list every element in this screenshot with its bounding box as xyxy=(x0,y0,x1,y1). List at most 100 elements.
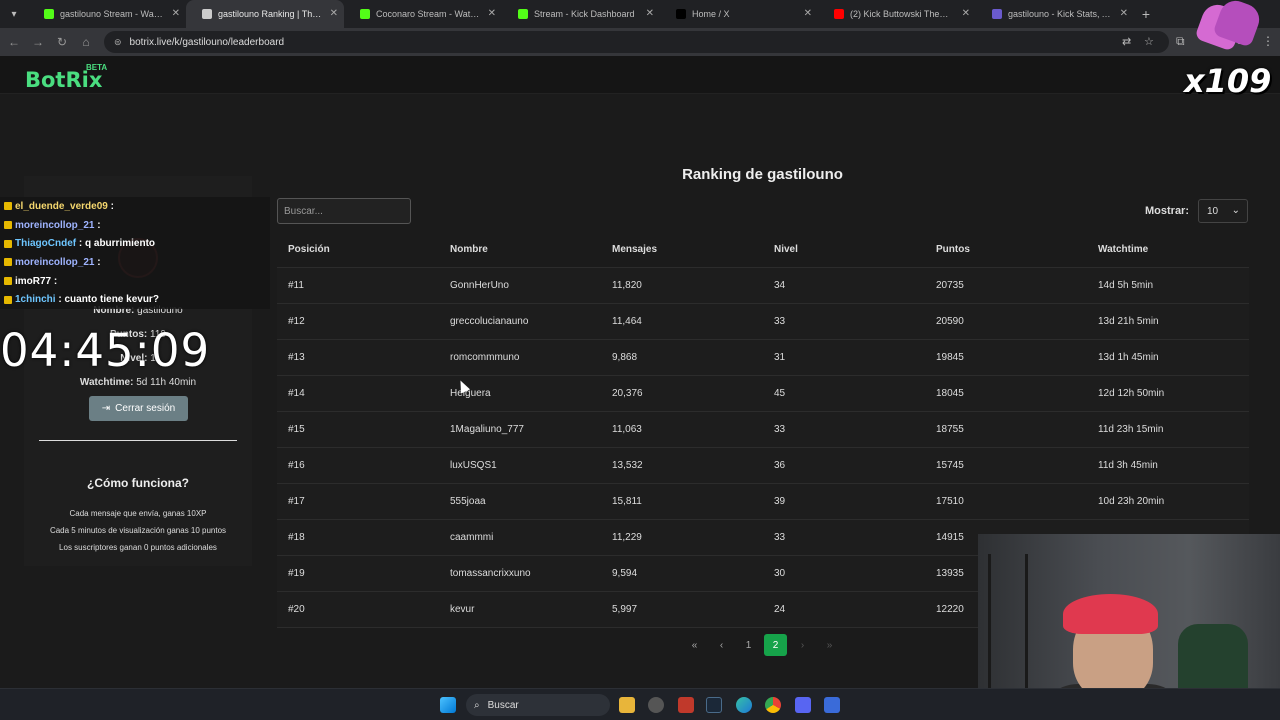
col-points[interactable]: Puntos xyxy=(925,244,1087,255)
chat-message: moreincollop_21 : xyxy=(0,215,270,235)
cell-position: #16 xyxy=(288,460,305,471)
cell-position: #18 xyxy=(288,532,305,543)
chat-separator: : xyxy=(107,200,117,212)
cell-position: #17 xyxy=(288,496,305,507)
last-page-button[interactable]: » xyxy=(818,634,841,656)
cell-name: 1Magaliuno_777 xyxy=(450,424,524,435)
chat-message: el_duende_verde09 : xyxy=(0,197,270,216)
chat-message: imoR77 : xyxy=(0,271,270,291)
close-tab-icon[interactable]: ✕ xyxy=(172,8,180,19)
youtube-icon xyxy=(834,9,844,19)
cell-watchtime: 12d 12h 50min xyxy=(1098,388,1165,399)
browser-tab[interactable]: Home / X ✕ xyxy=(660,0,818,28)
chat-username: moreincollop_21 xyxy=(15,256,95,268)
forward-icon[interactable]: → xyxy=(26,35,50,49)
col-messages[interactable]: Mensajes xyxy=(601,244,763,255)
edge-icon[interactable] xyxy=(736,697,752,713)
cell-name: greccolucianauno xyxy=(450,316,529,327)
chat-badge-icon xyxy=(4,221,12,230)
stats-icon xyxy=(992,9,1002,19)
tab-search-icon[interactable]: ▾ xyxy=(0,0,28,28)
close-tab-icon[interactable]: ✕ xyxy=(804,8,812,19)
chat-separator: : xyxy=(94,256,104,268)
how-it-works-list: Cada mensaje que envía, ganas 10XP Cada … xyxy=(24,505,252,556)
back-icon[interactable]: ← xyxy=(2,35,26,49)
prev-page-button[interactable]: ‹ xyxy=(710,634,733,656)
close-tab-icon[interactable]: ✕ xyxy=(962,8,970,19)
cell-position: #20 xyxy=(288,604,305,615)
url-bar[interactable]: ⊜ botrix.live/k/gastilouno/leaderboard ⇄… xyxy=(104,31,1169,53)
x-icon xyxy=(676,9,686,19)
close-tab-icon[interactable]: ✕ xyxy=(488,8,496,19)
browser-tab[interactable]: Coconaro Stream - Watch Live ✕ xyxy=(344,0,502,28)
app-icon[interactable] xyxy=(648,697,664,713)
cell-level: 30 xyxy=(774,568,786,579)
reload-icon[interactable]: ↻ xyxy=(50,35,74,49)
bookmark-star-icon[interactable]: ☆ xyxy=(1144,35,1154,48)
cell-position: #19 xyxy=(288,568,305,579)
browser-tab[interactable]: (2) Kick Buttowski Theme Song ✕ xyxy=(818,0,976,28)
cell-watchtime: 11d 3h 45min xyxy=(1098,460,1158,471)
browser-tab[interactable]: Stream - Kick Dashboard ✕ xyxy=(502,0,660,28)
col-position[interactable]: Posición xyxy=(277,244,439,255)
logout-button[interactable]: ⇥ Cerrar sesión xyxy=(89,396,188,421)
how-item: Cada 5 minutos de visualización ganas 10… xyxy=(49,526,227,535)
chat-badge-icon xyxy=(4,202,12,211)
extensions-icon[interactable]: ⧉ xyxy=(1176,34,1185,49)
cell-points: 18755 xyxy=(936,424,964,435)
browser-tab[interactable]: gastilouno - Kick Stats, Analytic ✕ xyxy=(976,0,1134,28)
chat-separator: : xyxy=(76,238,85,250)
page-2-button[interactable]: 2 xyxy=(764,634,787,656)
close-tab-icon[interactable]: ✕ xyxy=(1120,8,1128,19)
page-1-button[interactable]: 1 xyxy=(737,634,760,656)
cell-points: 18045 xyxy=(936,388,964,399)
search-icon: ⌕ xyxy=(474,699,480,711)
steam-icon[interactable] xyxy=(706,697,722,713)
menu-icon[interactable]: ⋮ xyxy=(1262,34,1274,48)
tab-title: Stream - Kick Dashboard xyxy=(534,9,635,19)
address-bar-row: ← → ↻ ⌂ ⊜ botrix.live/k/gastilouno/leade… xyxy=(0,28,1280,56)
app-icon[interactable] xyxy=(824,697,840,713)
cell-messages: 11,820 xyxy=(612,280,642,291)
discord-icon[interactable] xyxy=(795,697,811,713)
browser-tab[interactable]: gastilouno Stream - Watch Live ✕ xyxy=(28,0,186,28)
cell-level: 45 xyxy=(774,388,786,399)
app-icon[interactable] xyxy=(678,697,694,713)
file-explorer-icon[interactable] xyxy=(619,697,635,713)
how-it-works-title: ¿Cómo funciona? xyxy=(87,476,189,490)
chat-separator: : xyxy=(51,275,61,287)
first-page-button[interactable]: « xyxy=(683,634,706,656)
browser-tab[interactable]: gastilouno Ranking | The best C ✕ xyxy=(186,0,344,28)
url-text: botrix.live/k/gastilouno/leaderboard xyxy=(129,36,285,48)
cell-messages: 15,811 xyxy=(612,496,642,507)
show-select[interactable]: 10 ⌄ xyxy=(1198,199,1248,223)
col-watchtime[interactable]: Watchtime xyxy=(1087,244,1249,255)
table-header: Posición Nombre Mensajes Nivel Puntos Wa… xyxy=(277,232,1249,268)
translate-icon[interactable]: ⇄ xyxy=(1122,35,1131,48)
cell-watchtime: 13d 1h 45min xyxy=(1098,352,1159,363)
cell-name: romcommmuno xyxy=(450,352,520,363)
taskbar-search[interactable]: ⌕ Buscar xyxy=(466,694,610,716)
show-label: Mostrar: xyxy=(1145,205,1190,217)
search-input[interactable] xyxy=(277,198,411,224)
cell-watchtime: 10d 23h 20min xyxy=(1098,496,1165,507)
chrome-icon[interactable] xyxy=(765,697,781,713)
next-page-button[interactable]: › xyxy=(791,634,814,656)
col-name[interactable]: Nombre xyxy=(439,244,601,255)
windows-start-icon[interactable] xyxy=(440,697,456,713)
close-tab-icon[interactable]: ✕ xyxy=(330,8,338,19)
logout-label: Cerrar sesión xyxy=(115,403,176,414)
col-level[interactable]: Nivel xyxy=(763,244,925,255)
chat-username: moreincollop_21 xyxy=(15,219,95,231)
taskbar-search-label: Buscar xyxy=(487,699,519,711)
new-tab-button[interactable]: + xyxy=(1134,6,1158,22)
close-tab-icon[interactable]: ✕ xyxy=(646,8,654,19)
kick-icon xyxy=(360,9,370,19)
cell-points: 20590 xyxy=(936,316,964,327)
site-info-icon[interactable]: ⊜ xyxy=(114,37,122,48)
home-icon[interactable]: ⌂ xyxy=(74,35,98,49)
chat-message: moreincollop_21 : xyxy=(0,253,270,272)
cell-level: 33 xyxy=(774,532,786,543)
site-header: BotRix BETA xyxy=(0,56,1280,94)
divider xyxy=(39,440,237,441)
